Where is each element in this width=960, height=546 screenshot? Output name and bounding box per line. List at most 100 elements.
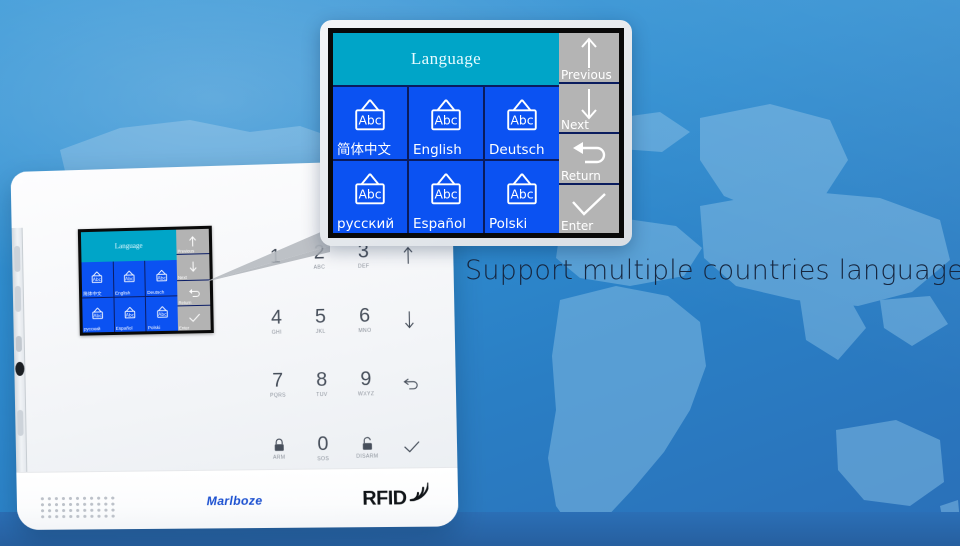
return-label: Return: [561, 168, 601, 183]
promo-tagline: Support multiple countries languages: [465, 255, 960, 286]
svg-text:Abc: Abc: [434, 114, 457, 128]
promo-banner: Language Abc 简体中文 Abc English Abc Deutsc…: [0, 0, 960, 546]
mini-next-label: Next: [177, 274, 187, 280]
lock-open-icon: [360, 436, 374, 451]
language-label: English: [413, 142, 462, 158]
screen-title: Language: [333, 33, 559, 85]
mini-language-tile[interactable]: Abc English: [113, 260, 146, 297]
svg-text:Abc: Abc: [93, 277, 102, 283]
mini-language-tile[interactable]: Abc русский: [82, 297, 114, 333]
checkmark-icon: [572, 192, 606, 216]
mini-language-tile[interactable]: Abc Deutsch: [145, 259, 178, 296]
mini-language-tile[interactable]: Abc 简体中文: [81, 261, 114, 297]
svg-text:Abc: Abc: [157, 276, 166, 282]
language-tile-english[interactable]: Abc English: [409, 87, 483, 159]
side-port-hole: [15, 361, 25, 376]
mini-language-tile[interactable]: Abc Polski: [146, 295, 179, 332]
next-button[interactable]: Next: [559, 83, 619, 132]
mini-language-tile[interactable]: Abc Español: [114, 296, 146, 332]
rfid-label: RFID: [362, 487, 407, 510]
language-label: 简体中文: [337, 142, 391, 158]
abc-sign-icon: Abc: [154, 305, 171, 319]
enlarged-screen-callout: Language Abc 简体中文 Abc English Abc Deutsc…: [320, 20, 632, 246]
device-keypad: 1 2 ABC 3 DEF 4 GHI 5 JKL 6 MNO 7 PQRS 8 TUV 9W…: [253, 223, 435, 481]
key-7[interactable]: 7 PQRS: [255, 354, 300, 418]
enter-label: Enter: [561, 219, 594, 233]
svg-text:Abc: Abc: [126, 312, 135, 318]
side-port-4: [17, 409, 24, 436]
mini-language-grid: Abc 简体中文 Abc English Abc Deutsch Abc рус…: [81, 259, 179, 333]
key-9[interactable]: 9 WXYZ: [343, 352, 389, 417]
language-tile-spanish[interactable]: Abc Español: [409, 161, 483, 233]
mini-screen-main: Language Abc 简体中文 Abc English Abc Deutsc…: [80, 229, 179, 333]
lock-closed-icon: [272, 438, 286, 452]
return-arrow-icon: [573, 142, 606, 164]
abc-sign-icon: Abc: [153, 269, 170, 284]
mini-next-button[interactable]: Next: [176, 254, 210, 280]
mini-screen-title: Language: [80, 229, 177, 263]
return-button[interactable]: Return: [559, 134, 619, 183]
abc-sign-icon: Abc: [431, 99, 461, 131]
svg-text:Abc: Abc: [434, 188, 457, 202]
language-grid: Abc 简体中文 Abc English Abc Deutsch Abc рус…: [333, 85, 559, 233]
device-bottom-bar: Marlboze RFID: [16, 466, 459, 531]
key-return[interactable]: [387, 351, 433, 416]
abc-sign-icon: Abc: [431, 173, 461, 205]
key-1[interactable]: 1: [253, 226, 298, 291]
svg-text:Abc: Abc: [94, 313, 103, 319]
device-lcd-screen[interactable]: Language Abc 简体中文 Abc English Abc Deutsc…: [77, 225, 214, 336]
key-5[interactable]: 5 JKL: [298, 289, 343, 354]
abc-sign-icon: Abc: [355, 173, 385, 205]
language-label: русский: [337, 216, 395, 232]
return-arrow-icon: [401, 376, 420, 392]
mini-enter-button[interactable]: Enter: [177, 305, 211, 331]
mini-side-buttons: Previous Next Return Enter: [176, 228, 211, 331]
mini-language-label: Polski: [147, 324, 161, 331]
svg-text:Abc: Abc: [125, 276, 134, 282]
abc-sign-icon: Abc: [507, 173, 537, 205]
arrow-up-icon: [581, 37, 597, 69]
arrow-down-icon: [403, 309, 416, 330]
enter-button[interactable]: Enter: [559, 184, 619, 233]
language-label: Polski: [489, 216, 528, 232]
abc-sign-icon: Abc: [122, 306, 138, 320]
key-8[interactable]: 8 TUV: [299, 353, 344, 417]
mini-language-label: English: [114, 289, 131, 296]
mini-previous-label: Previous: [177, 248, 195, 255]
previous-label: Previous: [561, 67, 612, 82]
language-label: Español: [413, 216, 466, 232]
mini-previous-button[interactable]: Previous: [176, 228, 210, 255]
arrow-down-icon: [581, 88, 597, 120]
mini-language-label: Español: [115, 325, 133, 331]
arrow-up-icon: [188, 235, 196, 247]
language-label: Deutsch: [489, 142, 545, 158]
checkmark-icon: [187, 313, 200, 323]
svg-text:Abc: Abc: [510, 188, 533, 202]
abc-sign-icon: Abc: [89, 271, 105, 285]
language-tile-german[interactable]: Abc Deutsch: [485, 87, 559, 159]
language-tile-polish[interactable]: Abc Polski: [485, 161, 559, 233]
language-screen-main: Language Abc 简体中文 Abc English Abc Deutsc…: [333, 33, 559, 233]
arrow-up-icon: [401, 245, 414, 266]
language-screen: Language Abc 简体中文 Abc English Abc Deutsc…: [328, 28, 624, 238]
svg-text:Abc: Abc: [358, 188, 381, 202]
side-port-1: [13, 245, 21, 272]
previous-button[interactable]: Previous: [559, 33, 619, 82]
arrow-down-icon: [189, 261, 197, 273]
abc-sign-icon: Abc: [90, 307, 106, 321]
abc-sign-icon: Abc: [121, 270, 137, 284]
return-arrow-icon: [187, 288, 200, 297]
rfid-waves-icon: [407, 483, 428, 504]
side-port-3: [15, 335, 23, 352]
svg-text:Abc: Abc: [358, 114, 381, 128]
key-down[interactable]: [386, 287, 432, 352]
language-tile-chinese[interactable]: Abc 简体中文: [333, 87, 407, 159]
rfid-badge: RFID: [362, 488, 429, 511]
key-4[interactable]: 4 GHI: [254, 290, 299, 354]
key-6[interactable]: 6 MNO: [342, 288, 388, 353]
mini-return-button[interactable]: Return: [177, 279, 211, 306]
next-label: Next: [561, 118, 589, 132]
language-tile-russian[interactable]: Abc русский: [333, 161, 407, 233]
mini-language-label: русский: [83, 326, 101, 332]
mini-enter-label: Enter: [178, 325, 190, 331]
